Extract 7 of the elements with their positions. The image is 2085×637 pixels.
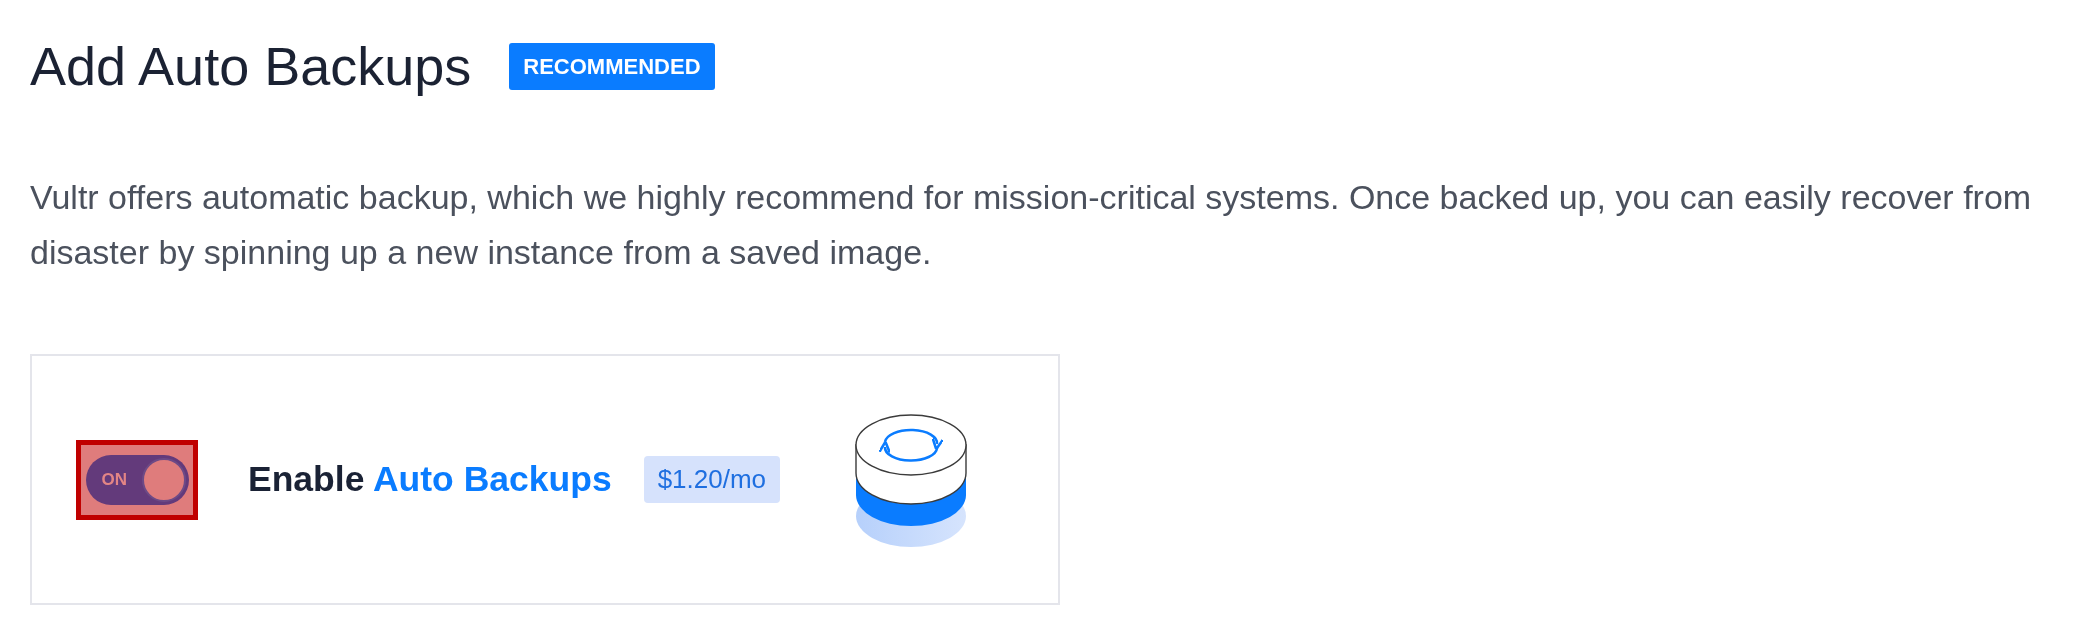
auto-backup-toggle[interactable]: ON: [85, 454, 189, 505]
price-badge: $1.20/mo: [643, 456, 781, 503]
disk-sync-icon: [855, 413, 968, 548]
description-text: Vultr offers automatic backup, which we highly recommend for mission-critical systems. Once backed up, you can easily recover from disaster by spinning up a new instance from a saved image.: [30, 177, 2033, 273]
recommended-badge: RECOMMENDED: [509, 42, 715, 90]
section-title: Add Auto Backups: [30, 35, 472, 98]
option-label: Enable Auto Backups: [248, 459, 612, 500]
